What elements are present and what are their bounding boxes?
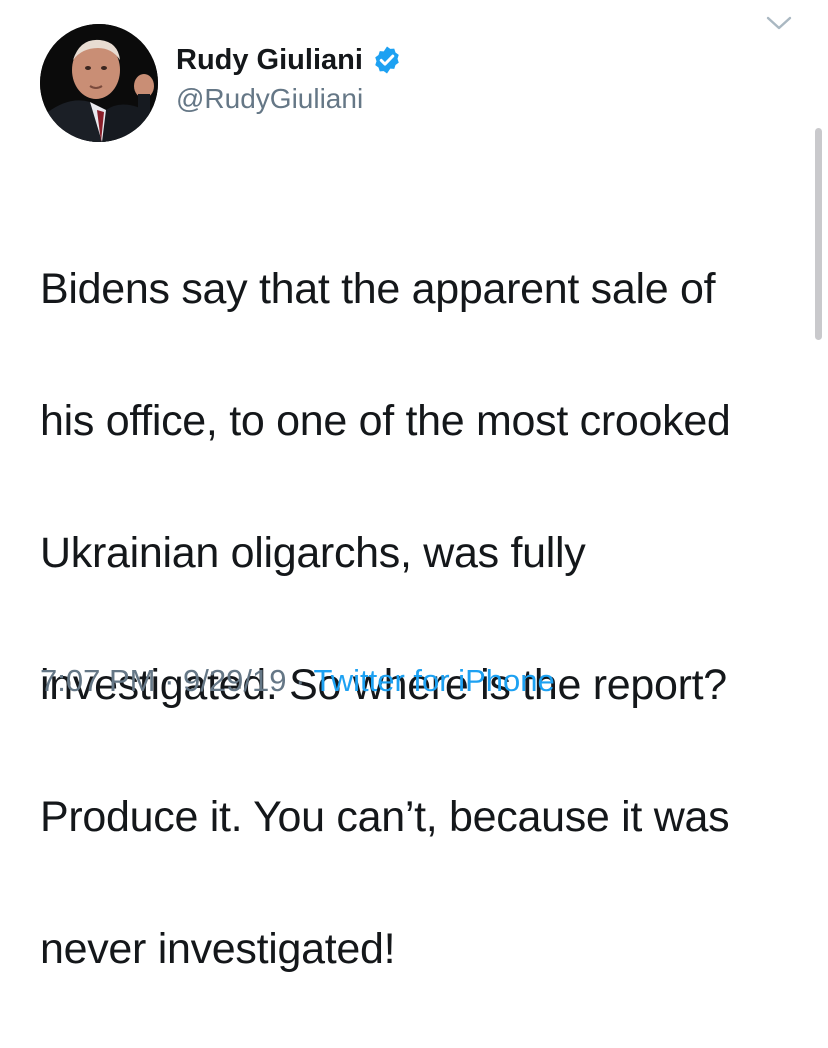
verified-badge-icon bbox=[372, 45, 402, 75]
tweet-text: Bidens say that the apparent sale of his… bbox=[40, 190, 810, 1048]
tweet-meta: 7:07 PM · 9/29/19 · Twitter for iPhone bbox=[40, 662, 555, 700]
tweet-line: never investigated! bbox=[40, 925, 396, 973]
meta-separator: · bbox=[164, 663, 175, 698]
tweet-line: Produce it. You can’t, because it was bbox=[40, 793, 730, 841]
tweet-line: his office, to one of the most crooked bbox=[40, 397, 731, 445]
display-name[interactable]: Rudy Giuliani bbox=[176, 45, 363, 75]
tweet-line: Bidens say that the apparent sale of bbox=[40, 265, 716, 313]
tweet-source-link[interactable]: Twitter for iPhone bbox=[313, 663, 554, 698]
user-handle[interactable]: @RudyGiuliani bbox=[176, 83, 363, 115]
meta-separator: · bbox=[295, 663, 306, 698]
tweet-line: Ukrainian oligarchs, was fully bbox=[40, 529, 586, 577]
tweet-time[interactable]: 7:07 PM bbox=[40, 663, 155, 698]
avatar-image bbox=[40, 24, 158, 142]
chevron-down-icon[interactable] bbox=[764, 12, 794, 34]
tweet-date[interactable]: 9/29/19 bbox=[183, 663, 286, 698]
scrollbar[interactable] bbox=[815, 128, 822, 340]
name-row: Rudy Giuliani bbox=[176, 40, 402, 80]
avatar[interactable] bbox=[40, 24, 158, 142]
